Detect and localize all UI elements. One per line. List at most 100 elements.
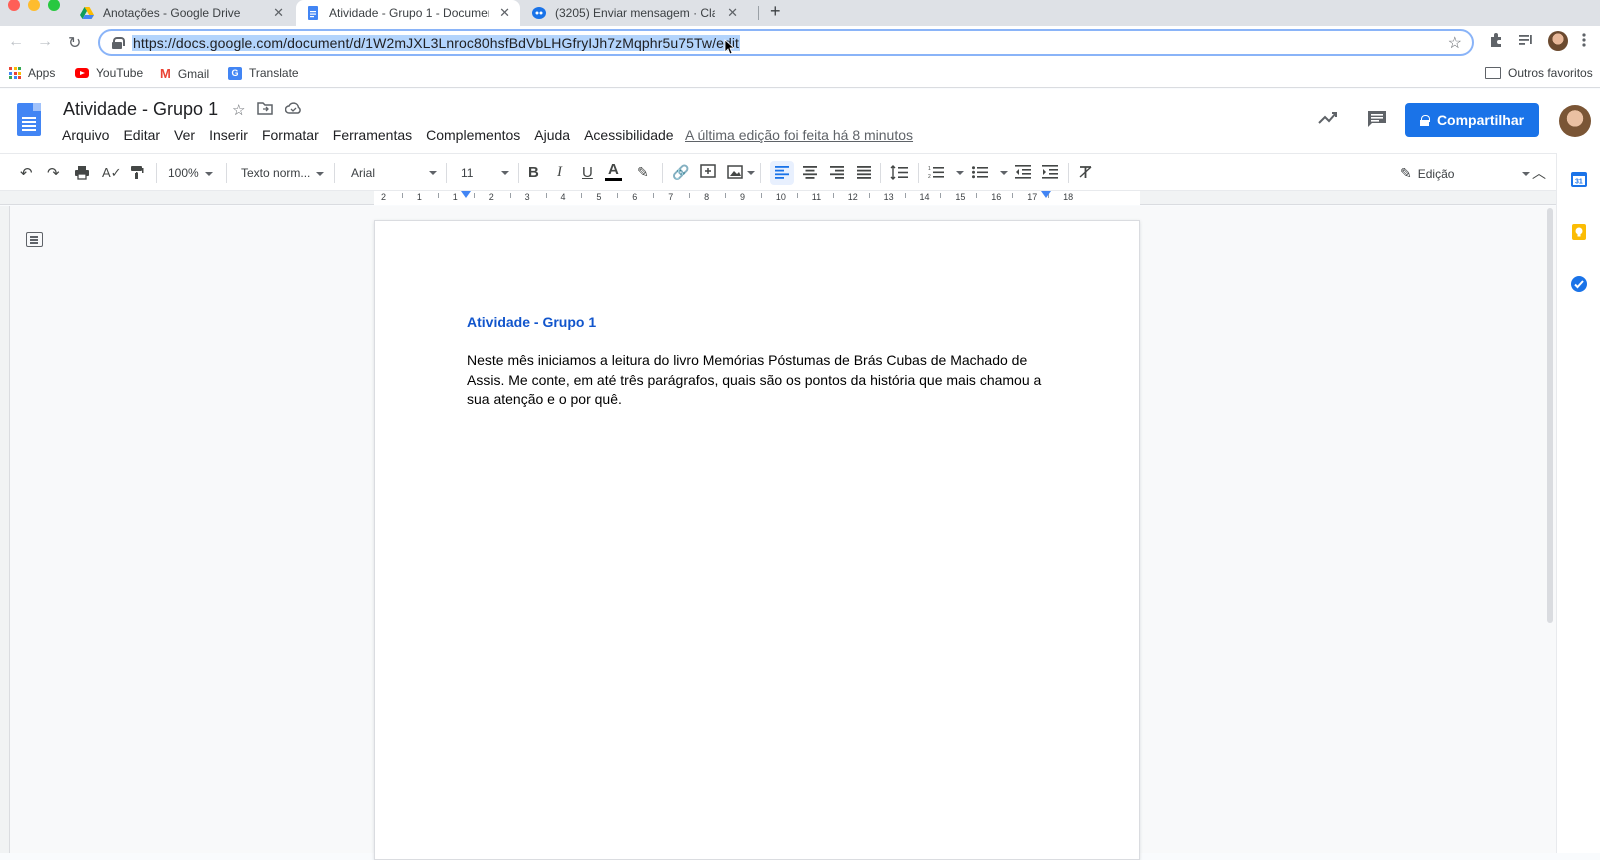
align-justify-icon[interactable]: [857, 166, 871, 179]
editing-mode-label: Edição: [1417, 166, 1455, 181]
tasks-icon[interactable]: [1570, 275, 1588, 293]
bold-button[interactable]: B: [528, 164, 539, 181]
decrease-indent-icon[interactable]: [1015, 165, 1031, 179]
chevron-down-icon[interactable]: [956, 171, 964, 175]
new-tab-button[interactable]: +: [770, 1, 781, 22]
bookmark-apps[interactable]: Apps: [9, 66, 55, 80]
media-queue-icon[interactable]: [1518, 32, 1534, 48]
bookmark-gmail[interactable]: M Gmail: [160, 66, 209, 81]
more-vertical-icon[interactable]: [1582, 32, 1586, 48]
collapse-toolbar-chevron-icon[interactable]: ︿: [1532, 163, 1546, 183]
align-right-icon[interactable]: [830, 166, 844, 179]
tab-title: (3205) Enviar mensagem · Clar: [555, 6, 715, 20]
docs-header: Atividade - Grupo 1 ☆ Arquivo Editar Ver…: [0, 89, 1600, 153]
style-select[interactable]: Texto norm...: [241, 166, 325, 180]
align-center-icon[interactable]: [803, 166, 817, 179]
print-icon[interactable]: [74, 165, 90, 180]
font-select[interactable]: Arial: [351, 166, 437, 180]
redo-icon[interactable]: ↷: [47, 164, 60, 182]
insert-image-icon[interactable]: [727, 165, 743, 179]
docs-logo-icon[interactable]: [17, 103, 41, 136]
close-window-button[interactable]: [8, 0, 20, 11]
ruler-tick-label: 1: [452, 192, 458, 202]
move-folder-icon[interactable]: [257, 101, 274, 115]
spellcheck-icon[interactable]: A✓: [102, 165, 122, 181]
url-text[interactable]: https://docs.google.com/document/d/1W2mJ…: [132, 34, 741, 51]
tab-close-icon[interactable]: ✕: [273, 5, 284, 21]
text-color-button[interactable]: A: [605, 162, 622, 181]
tab-close-icon[interactable]: ✕: [727, 5, 738, 21]
address-bar[interactable]: https://docs.google.com/document/d/1W2mJ…: [98, 29, 1474, 56]
keep-notes-icon[interactable]: [1570, 223, 1588, 241]
clear-formatting-icon[interactable]: [1078, 166, 1093, 179]
numbered-list-icon[interactable]: 1 2: [928, 165, 944, 179]
cloud-saved-icon[interactable]: [285, 101, 302, 114]
profile-avatar[interactable]: [1548, 31, 1568, 51]
ruler-tick-label: 14: [919, 192, 930, 202]
ruler-tick-mark: [868, 193, 870, 198]
title-actions: ☆: [232, 101, 302, 119]
bookmark-youtube[interactable]: YouTube: [75, 66, 143, 80]
menu-ferramentas[interactable]: Ferramentas: [333, 127, 412, 143]
document-page[interactable]: Atividade - Grupo 1 Neste mês iniciamos …: [374, 220, 1140, 860]
last-edit-link[interactable]: A última edição foi feita há 8 minutos: [685, 127, 913, 143]
ruler-tick-label: 4: [560, 192, 566, 202]
menu-complementos[interactable]: Complementos: [426, 127, 520, 143]
tab-classroom-message[interactable]: (3205) Enviar mensagem · Clar ✕: [522, 0, 748, 26]
reload-button[interactable]: ↻: [68, 33, 81, 53]
share-button[interactable]: Compartilhar: [1405, 103, 1539, 137]
ruler-tick-mark: [545, 193, 547, 198]
maximize-window-button[interactable]: [48, 0, 60, 11]
account-avatar[interactable]: [1559, 105, 1591, 137]
editing-mode-select[interactable]: ✎ Edição: [1400, 165, 1531, 182]
mouse-pointer-icon: [724, 39, 734, 55]
increase-indent-icon[interactable]: [1042, 165, 1058, 179]
calendar-icon[interactable]: 31: [1570, 170, 1588, 188]
tab-google-drive[interactable]: Anotações - Google Drive ✕: [70, 0, 294, 26]
tab-close-icon[interactable]: ✕: [499, 5, 510, 21]
align-left-icon[interactable]: [775, 166, 789, 179]
bookmark-translate[interactable]: G Translate: [228, 66, 299, 80]
document-body-paragraph[interactable]: Neste mês iniciamos a leitura do livro M…: [467, 351, 1057, 410]
chevron-down-icon[interactable]: [747, 171, 755, 175]
document-outline-icon[interactable]: [26, 232, 43, 247]
menu-ver[interactable]: Ver: [174, 127, 195, 143]
ruler-tick-mark: [689, 193, 691, 198]
italic-button[interactable]: I: [557, 164, 562, 181]
undo-icon[interactable]: ↶: [20, 164, 33, 182]
forward-button[interactable]: →: [37, 33, 53, 51]
menu-inserir[interactable]: Inserir: [209, 127, 248, 143]
vertical-scrollbar[interactable]: [1545, 206, 1554, 626]
ruler-tick-label: 17: [1027, 192, 1038, 202]
document-heading[interactable]: Atividade - Grupo 1: [467, 314, 596, 330]
ruler-tick-label: 2: [488, 192, 494, 202]
comments-icon[interactable]: [1367, 110, 1387, 128]
paint-format-icon[interactable]: [130, 165, 144, 180]
font-size-select[interactable]: 11: [461, 166, 509, 180]
underline-button[interactable]: U: [582, 164, 593, 181]
bookmark-star-icon[interactable]: ☆: [1448, 33, 1462, 53]
menu-ajuda[interactable]: Ajuda: [534, 127, 570, 143]
document-title[interactable]: Atividade - Grupo 1: [63, 99, 218, 120]
add-comment-icon[interactable]: [700, 164, 716, 180]
highlight-pen-icon[interactable]: ✎: [637, 164, 649, 181]
chevron-down-icon[interactable]: [1000, 171, 1008, 175]
bookmark-other-favorites[interactable]: Outros favoritos: [1485, 66, 1593, 80]
line-spacing-icon[interactable]: [890, 165, 908, 180]
right-indent-marker[interactable]: [1041, 191, 1051, 198]
extensions-puzzle-icon[interactable]: [1488, 32, 1504, 48]
menu-formatar[interactable]: Formatar: [262, 127, 319, 143]
minimize-window-button[interactable]: [28, 0, 40, 11]
tab-google-docs[interactable]: Atividade - Grupo 1 - Documen ✕: [296, 0, 520, 26]
star-icon[interactable]: ☆: [232, 101, 245, 119]
back-button[interactable]: ←: [8, 33, 24, 51]
ruler-tick-mark: [1012, 193, 1014, 198]
bulleted-list-icon[interactable]: [972, 165, 988, 179]
zoom-select[interactable]: 100%: [168, 166, 213, 180]
insert-link-icon[interactable]: 🔗: [672, 164, 689, 181]
left-indent-marker[interactable]: [461, 191, 471, 198]
menu-editar[interactable]: Editar: [123, 127, 160, 143]
menu-arquivo[interactable]: Arquivo: [62, 127, 109, 143]
menu-acessibilidade[interactable]: Acessibilidade: [584, 127, 674, 143]
activity-trend-icon[interactable]: [1318, 110, 1338, 124]
